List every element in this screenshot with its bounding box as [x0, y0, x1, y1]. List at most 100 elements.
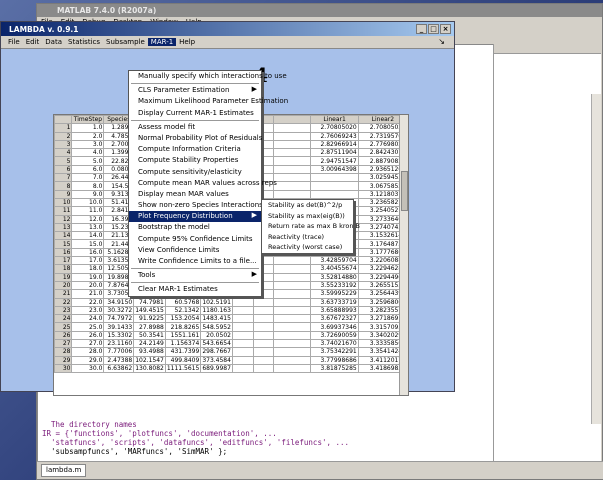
table-cell[interactable] [252, 363, 275, 374]
submenu-item-reactivity-worst-case[interactable]: Reactivity (worst case) [262, 242, 353, 253]
table-cell[interactable]: 543.6654 [200, 338, 233, 349]
table-cell[interactable]: 4.0 [71, 148, 105, 158]
table-cell[interactable]: 6.0 [71, 164, 105, 175]
table-cell[interactable]: 15.3302 [103, 330, 135, 341]
table-cell[interactable] [273, 272, 312, 282]
table-cell[interactable] [273, 148, 312, 158]
lambda-menu-subsample[interactable]: Subsample [103, 38, 148, 46]
column-header[interactable]: TimeStep [71, 115, 105, 125]
table-cell[interactable]: 218.8265 [164, 322, 202, 332]
table-cell[interactable]: 52.1342 [164, 305, 202, 316]
menu-item-maximum-likelihood-parameter-estimation[interactable]: Maximum Likelihood Parameter Estimation [129, 96, 288, 107]
table-cell[interactable] [252, 338, 275, 349]
table-cell[interactable] [231, 347, 254, 357]
table-cell[interactable]: 30.0 [71, 363, 105, 374]
menu-item-cls-parameter-estimation[interactable]: CLS Parameter Estimation ▶ [129, 85, 261, 96]
table-cell[interactable]: 24.2149 [133, 338, 166, 349]
table-cell[interactable]: 93.4988 [133, 347, 166, 357]
table-row[interactable]: 25 25.0 39.1433 27.8988 218.8265 548.5952 3.69… [54, 322, 408, 332]
close-button[interactable]: × [440, 24, 451, 34]
table-cell[interactable]: 2.47388 [103, 355, 135, 365]
table-cell[interactable] [273, 131, 312, 141]
table-cell[interactable]: 373.4584 [200, 355, 233, 365]
table-cell[interactable]: 27.0 [71, 338, 105, 349]
table-cell[interactable]: 28.0 [71, 347, 105, 357]
table-cell[interactable]: 16.0 [71, 247, 105, 258]
menu-item-display-mean-mar-values[interactable]: Display mean MAR values [129, 189, 261, 200]
table-cell[interactable] [273, 338, 312, 349]
table-cell[interactable] [273, 355, 312, 365]
table-cell[interactable]: 30.3272 [103, 305, 135, 316]
column-header[interactable]: Linear1 [310, 115, 359, 125]
menu-item-bootstrap-the-model[interactable]: Bootstrap the model [129, 222, 261, 233]
menu-item-tools[interactable]: Tools ▶ [129, 270, 261, 281]
table-cell[interactable] [231, 305, 254, 316]
table-row[interactable]: 24 24.0 74.7972 91.9225 153.2054 1483.415 3.67… [54, 314, 408, 324]
table-cell[interactable] [273, 139, 312, 150]
table-cell[interactable]: 6.63862 [103, 363, 135, 374]
table-cell[interactable] [252, 297, 275, 307]
table-cell[interactable]: 3.75342291 [310, 347, 359, 357]
table-cell[interactable]: 2.82966914 [310, 139, 359, 150]
table-cell[interactable]: 3.67672327 [310, 314, 359, 324]
grid-scrollbar[interactable] [399, 115, 408, 395]
table-cell[interactable] [231, 338, 254, 349]
table-cell[interactable] [273, 256, 312, 266]
table-cell[interactable] [273, 280, 312, 291]
table-cell[interactable] [273, 347, 312, 357]
workspace-scrollbar[interactable] [591, 94, 601, 424]
table-cell[interactable] [273, 330, 312, 341]
table-cell[interactable]: 21.0 [71, 289, 105, 299]
table-cell[interactable]: 23.0 [71, 305, 105, 316]
table-cell[interactable]: 149.4515 [133, 305, 166, 316]
table-cell[interactable]: 7.77006 [103, 347, 135, 357]
table-cell[interactable]: 3.55233192 [310, 280, 359, 291]
table-cell[interactable]: 7.0 [71, 173, 105, 183]
table-cell[interactable]: 3.77998686 [310, 355, 359, 365]
table-cell[interactable] [273, 173, 312, 183]
menu-item-compute-sensitivity-elasticity[interactable]: Compute sensitivity/elasticity [129, 167, 261, 178]
table-row[interactable]: 30 30.0 6.63862 130.8082 1111.5615 689.9987 3.… [54, 363, 408, 374]
table-cell[interactable]: 1483.415 [200, 314, 233, 324]
table-cell[interactable]: 9.0 [71, 189, 105, 199]
submenu-item-stability-as-max-eig-b[interactable]: Stability as max(eig(B)) [262, 211, 353, 222]
table-cell[interactable]: 50.3541 [133, 330, 166, 341]
table-cell[interactable]: 8.0 [71, 181, 105, 191]
table-cell[interactable]: 29.0 [71, 355, 105, 365]
table-row[interactable]: 29 29.0 2.47388 102.1547 499.8409 373.4584 3.7… [54, 355, 408, 365]
lambda-menu-edit[interactable]: Edit [23, 38, 43, 46]
table-cell[interactable] [252, 322, 275, 332]
table-cell[interactable]: 102.5191 [200, 297, 233, 307]
table-cell[interactable]: 26.0 [71, 330, 105, 341]
table-cell[interactable]: 3.69937346 [310, 322, 359, 332]
table-cell[interactable]: 23.1160 [103, 338, 135, 349]
table-cell[interactable] [273, 314, 312, 324]
table-cell[interactable]: 27.8988 [133, 322, 166, 332]
table-row[interactable]: 23 23.0 30.3272 149.4515 52.1342 1180.163 3.65… [54, 305, 408, 316]
table-cell[interactable]: 3.81875285 [310, 363, 359, 374]
column-header[interactable] [273, 115, 312, 125]
menu-item-assess-model-fit[interactable]: Assess model fit [129, 122, 261, 133]
table-cell[interactable] [273, 181, 312, 191]
menu-item-compute-stability-properties[interactable]: Compute Stability Properties [129, 155, 261, 166]
table-cell[interactable] [310, 173, 359, 183]
table-cell[interactable]: 74.7972 [103, 314, 135, 324]
menu-item-normal-probability-plot-of-residuals[interactable]: Normal Probability Plot of Residuals [129, 133, 262, 144]
table-cell[interactable] [310, 181, 359, 191]
table-cell[interactable]: 22.0 [71, 297, 105, 307]
table-cell[interactable]: 18.0 [71, 264, 105, 274]
table-cell[interactable]: 12.0 [71, 214, 105, 224]
lambda-menu-statistics[interactable]: Statistics [65, 38, 103, 46]
table-cell[interactable]: 1.156374 [164, 338, 202, 349]
table-cell[interactable]: 499.8409 [164, 355, 202, 365]
menu-item-compute-95-confidence-limits[interactable]: Compute 95% Confidence Limits [129, 234, 261, 245]
table-cell[interactable]: 17.0 [71, 256, 105, 266]
table-cell[interactable]: 91.9225 [133, 314, 166, 324]
table-cell[interactable] [231, 314, 254, 324]
table-cell[interactable]: 2.0 [71, 131, 105, 141]
table-cell[interactable] [310, 189, 359, 199]
table-cell[interactable]: 689.9987 [200, 363, 233, 374]
table-cell[interactable]: 2.70805020 [310, 123, 359, 133]
submenu-item-stability-as-det-b-2-p[interactable]: Stability as det(B)^2/p [262, 200, 353, 211]
table-row[interactable]: 22 22.0 34.9150 74.7981 60.5768 102.5191 3.637… [54, 297, 408, 307]
